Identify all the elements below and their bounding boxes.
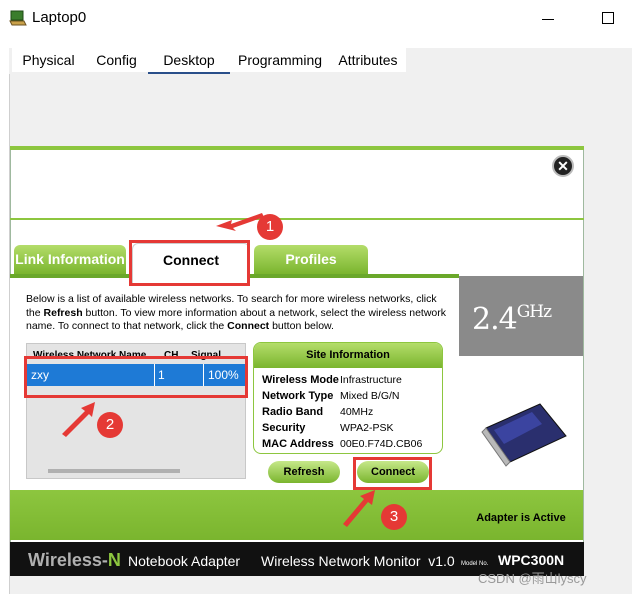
annotation-step-1: 1 [257,214,283,240]
annotation-step-3: 3 [381,504,407,530]
watermark: CSDN @雨山lyscy [478,571,587,586]
annotation-arrow-2 [62,402,95,437]
annotation-arrows [62,213,375,527]
annotation-arrow-3 [343,490,375,527]
annotation-step-2: 2 [97,412,123,438]
